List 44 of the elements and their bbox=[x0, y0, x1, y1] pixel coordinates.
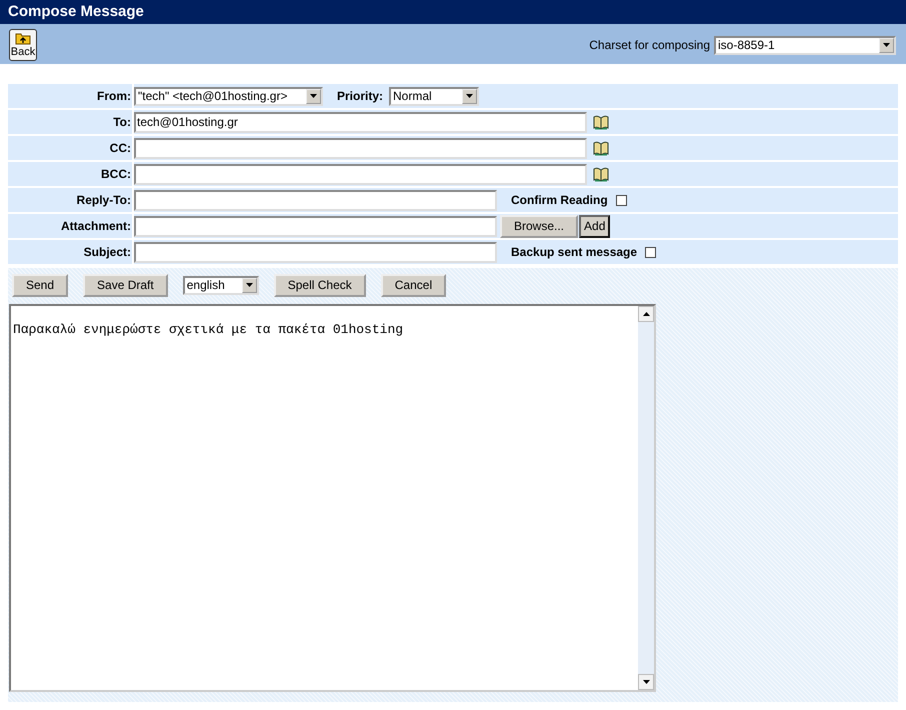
message-body-field[interactable]: Παρακαλώ ενημερώστε σχετικά με τα πακέτα 01hosting bbox=[9, 304, 656, 692]
option-label: Confirm Reading bbox=[511, 193, 608, 207]
language-select[interactable]: english bbox=[182, 276, 259, 294]
field-label: Attachment: bbox=[60, 219, 132, 233]
address-field[interactable] bbox=[134, 138, 587, 158]
action-button[interactable]: Save Draft bbox=[83, 274, 168, 296]
action-button[interactable]: Spell Check bbox=[274, 274, 366, 296]
charset-select[interactable]: iso-8859-1 bbox=[714, 36, 896, 54]
field-label: Reply-To: bbox=[76, 193, 132, 207]
file-field[interactable] bbox=[134, 216, 497, 236]
address-field[interactable] bbox=[134, 164, 587, 184]
from-select[interactable]: "tech" <tech@01hosting.gr> bbox=[134, 86, 323, 106]
add-button[interactable]: Add bbox=[579, 214, 610, 238]
dropdown-arrow-icon bbox=[883, 43, 890, 47]
scroll-down-button[interactable] bbox=[638, 674, 654, 690]
action-button[interactable]: Send bbox=[12, 274, 68, 296]
dropdown-arrow-icon bbox=[466, 94, 474, 98]
address-book-icon[interactable] bbox=[593, 140, 609, 156]
text-field[interactable] bbox=[134, 190, 497, 210]
checkbox[interactable] bbox=[645, 246, 656, 258]
window-title: Compose Message bbox=[0, 0, 906, 26]
priority-select[interactable]: Normal bbox=[389, 86, 480, 106]
checkbox[interactable] bbox=[616, 194, 627, 206]
field-label: To: bbox=[112, 115, 132, 129]
action-button[interactable]: Cancel bbox=[380, 274, 446, 296]
folder-up-icon bbox=[15, 32, 31, 45]
address-book-icon[interactable] bbox=[593, 114, 609, 130]
dropdown-arrow-icon bbox=[246, 283, 253, 287]
option-label: Backup sent message bbox=[511, 245, 638, 259]
scroll-up-button[interactable] bbox=[638, 306, 654, 322]
field-label: CC: bbox=[108, 141, 132, 155]
down-arrow-icon bbox=[642, 680, 650, 684]
priority-label: Priority: bbox=[337, 89, 384, 103]
charset-label: Charset for composing bbox=[589, 38, 710, 52]
address-field[interactable]: tech@01hosting.gr bbox=[134, 112, 587, 132]
text-field[interactable] bbox=[134, 242, 497, 262]
address-book-icon[interactable] bbox=[593, 166, 609, 182]
up-arrow-icon bbox=[642, 312, 650, 316]
back-button[interactable]: Back bbox=[9, 29, 37, 61]
field-label: Subject: bbox=[82, 245, 132, 259]
field-label: From: bbox=[96, 89, 132, 103]
field-label: BCC: bbox=[100, 167, 132, 181]
dropdown-arrow-icon bbox=[310, 94, 317, 98]
browse-button[interactable]: Browse... bbox=[500, 214, 578, 238]
